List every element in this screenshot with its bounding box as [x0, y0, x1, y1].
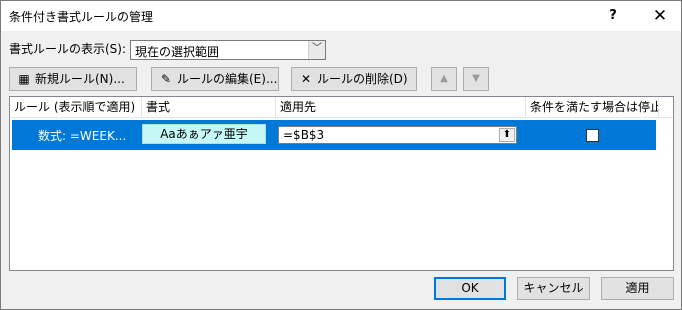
column-header-applies-to[interactable]: 適用先 [276, 97, 526, 117]
delete-rule-button[interactable]: ✕ ルールの削除(D) [291, 67, 417, 91]
grid-header: ルール (表示順で適用) 書式 適用先 条件を満たす場合は停止 [10, 97, 673, 118]
applies-to-value: =$B$3 [283, 128, 325, 142]
conditional-formatting-rules-dialog: 条件付き書式ルールの管理 ? ✕ 書式ルールの表示(S): 現在の選択範囲 ﹀ … [0, 0, 682, 310]
ok-button[interactable]: OK [434, 277, 506, 300]
new-rule-icon: ▦ [18, 72, 30, 86]
move-up-button[interactable]: ▲ [431, 67, 457, 91]
edit-rule-icon: ✎ [160, 72, 172, 86]
rule-row[interactable]: 数式: =WEEK... Aaあぁアァ亜宇 =$B$3 ⬆ [12, 120, 656, 150]
title-bar: 条件付き書式ルールの管理 ? ✕ [1, 1, 681, 31]
rules-toolbar: ▦ 新規ルール(N)... ✎ ルールの編集(E)... ✕ ルールの削除(D) ▲ … [9, 67, 673, 95]
applies-to-field[interactable]: =$B$3 ⬆ [278, 126, 517, 144]
help-button[interactable]: ? [601, 5, 625, 27]
column-header-rule[interactable]: ルール (表示順で適用) [10, 97, 142, 117]
window-title: 条件付き書式ルールの管理 [9, 10, 154, 24]
cancel-button[interactable]: キャンセル [517, 277, 590, 300]
delete-rule-label: ルールの削除(D) [317, 72, 408, 86]
apply-button[interactable]: 適用 [601, 277, 674, 300]
new-rule-button[interactable]: ▦ 新規ルール(N)... [9, 67, 137, 91]
edit-rule-label: ルールの編集(E)... [177, 72, 278, 86]
stop-if-true-checkbox[interactable] [586, 129, 599, 142]
show-rules-dropdown[interactable]: 現在の選択範囲 ﹀ [130, 40, 326, 60]
arrow-up-icon: ▲ [440, 73, 448, 84]
column-header-format[interactable]: 書式 [142, 97, 276, 117]
column-header-stop-if-true[interactable]: 条件を満たす場合は停止 [526, 97, 659, 117]
edit-rule-button[interactable]: ✎ ルールの編集(E)... [151, 67, 279, 91]
rule-description[interactable]: 数式: =WEEK... [38, 127, 126, 144]
arrow-down-icon: ▼ [472, 73, 480, 84]
delete-icon: ✕ [300, 72, 312, 86]
rules-grid: ルール (表示順で適用) 書式 適用先 条件を満たす場合は停止 数式: =WEE… [9, 96, 674, 271]
move-down-button[interactable]: ▼ [463, 67, 489, 91]
show-rules-label: 書式ルールの表示(S): [9, 42, 127, 56]
chevron-down-icon[interactable]: ﹀ [308, 41, 325, 59]
close-button[interactable]: ✕ [642, 1, 678, 31]
show-rules-value: 現在の選択範囲 [135, 45, 220, 59]
range-select-icon[interactable]: ⬆ [499, 128, 515, 142]
new-rule-label: 新規ルール(N)... [35, 72, 125, 86]
format-preview: Aaあぁアァ亜宇 [142, 124, 266, 144]
